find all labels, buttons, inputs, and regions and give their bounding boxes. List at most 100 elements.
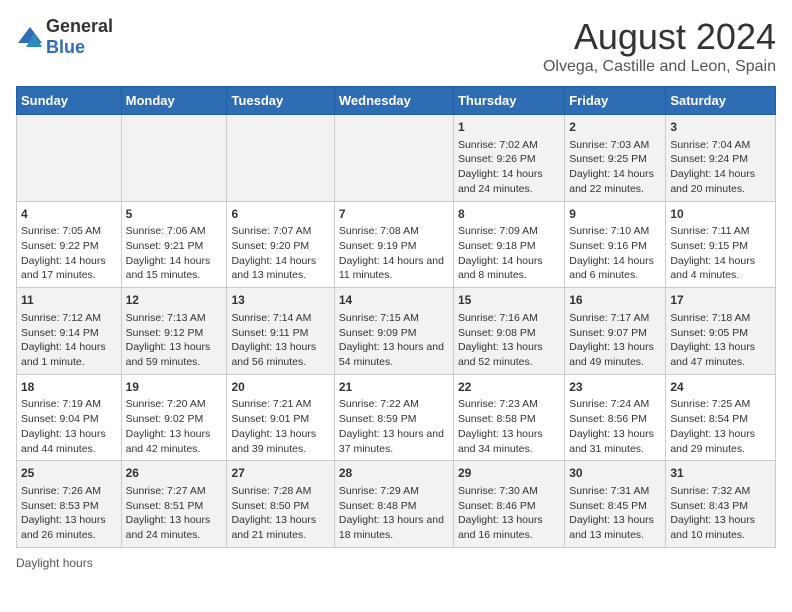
calendar-cell: 8Sunrise: 7:09 AMSunset: 9:18 PMDaylight… bbox=[453, 201, 564, 288]
day-number: 13 bbox=[231, 292, 329, 309]
sunset: Sunset: 9:25 PM bbox=[569, 153, 647, 165]
day-number: 8 bbox=[458, 206, 560, 223]
week-row-3: 11Sunrise: 7:12 AMSunset: 9:14 PMDayligh… bbox=[17, 288, 776, 375]
sunset: Sunset: 9:19 PM bbox=[339, 240, 417, 252]
day-number: 18 bbox=[21, 379, 117, 396]
sunrise: Sunrise: 7:17 AM bbox=[569, 312, 649, 324]
sunrise: Sunrise: 7:15 AM bbox=[339, 312, 419, 324]
calendar-cell: 4Sunrise: 7:05 AMSunset: 9:22 PMDaylight… bbox=[17, 201, 122, 288]
sunset: Sunset: 8:51 PM bbox=[126, 500, 204, 512]
sunrise: Sunrise: 7:25 AM bbox=[670, 398, 750, 410]
calendar-cell: 19Sunrise: 7:20 AMSunset: 9:02 PMDayligh… bbox=[121, 374, 227, 461]
daylight: Daylight: 13 hours and 21 minutes. bbox=[231, 514, 316, 541]
day-number: 5 bbox=[126, 206, 223, 223]
sunrise: Sunrise: 7:18 AM bbox=[670, 312, 750, 324]
sunrise: Sunrise: 7:06 AM bbox=[126, 225, 206, 237]
calendar-cell: 28Sunrise: 7:29 AMSunset: 8:48 PMDayligh… bbox=[334, 461, 453, 548]
sunset: Sunset: 9:14 PM bbox=[21, 327, 99, 339]
daylight: Daylight: 13 hours and 26 minutes. bbox=[21, 514, 106, 541]
calendar-cell bbox=[227, 115, 334, 202]
sunset: Sunset: 8:54 PM bbox=[670, 413, 748, 425]
calendar-cell: 29 Sunrise: 7:30 AM Sunset: 8:46 PM Dayligh… bbox=[453, 461, 564, 548]
calendar-cell: 9Sunrise: 7:10 AMSunset: 9:16 PMDaylight… bbox=[565, 201, 666, 288]
calendar-cell: 17Sunrise: 7:18 AMSunset: 9:05 PMDayligh… bbox=[666, 288, 776, 375]
day-number: 4 bbox=[21, 206, 117, 223]
calendar-cell: 16Sunrise: 7:17 AMSunset: 9:07 PMDayligh… bbox=[565, 288, 666, 375]
sunset: Sunset: 9:07 PM bbox=[569, 327, 647, 339]
daylight: Daylight: 13 hours and 16 minutes. bbox=[458, 514, 543, 541]
calendar-cell: 24 Sunrise: 7:25 AM Sunset: 8:54 PM Dayligh… bbox=[666, 374, 776, 461]
week-row-5: 25Sunrise: 7:26 AMSunset: 8:53 PMDayligh… bbox=[17, 461, 776, 548]
main-title: August 2024 bbox=[543, 16, 776, 58]
sunset: Sunset: 9:04 PM bbox=[21, 413, 99, 425]
daylight: Daylight: 13 hours and 44 minutes. bbox=[21, 428, 106, 455]
sunrise: Sunrise: 7:07 AM bbox=[231, 225, 311, 237]
day-header-monday: Monday bbox=[121, 87, 227, 115]
sunrise: Sunrise: 7:22 AM bbox=[339, 398, 419, 410]
calendar-cell: 5Sunrise: 7:06 AMSunset: 9:21 PMDaylight… bbox=[121, 201, 227, 288]
sunrise: Sunrise: 7:05 AM bbox=[21, 225, 101, 237]
day-number: 1 bbox=[458, 119, 560, 136]
sunset: Sunset: 9:09 PM bbox=[339, 327, 417, 339]
sunrise: Sunrise: 7:24 AM bbox=[569, 398, 649, 410]
subtitle: Olvega, Castille and Leon, Spain bbox=[543, 58, 776, 76]
daylight: Daylight: 13 hours and 47 minutes. bbox=[670, 341, 755, 368]
sunrise: Sunrise: 7:28 AM bbox=[231, 485, 311, 497]
daylight: Daylight: 14 hours and 4 minutes. bbox=[670, 255, 755, 282]
day-number: 23 bbox=[569, 379, 661, 396]
sunset: Sunset: 9:24 PM bbox=[670, 153, 748, 165]
calendar-cell: 22Sunrise: 7:23 AMSunset: 8:58 PMDayligh… bbox=[453, 374, 564, 461]
calendar-cell bbox=[121, 115, 227, 202]
day-number: 7 bbox=[339, 206, 449, 223]
sunrise: Sunrise: 7:09 AM bbox=[458, 225, 538, 237]
sunrise: Sunrise: 7:20 AM bbox=[126, 398, 206, 410]
sunset: Sunset: 8:46 PM bbox=[458, 500, 536, 512]
day-header-thursday: Thursday bbox=[453, 87, 564, 115]
sunset: Sunset: 9:02 PM bbox=[126, 413, 204, 425]
day-number: 20 bbox=[231, 379, 329, 396]
day-number: 9 bbox=[569, 206, 661, 223]
day-header-wednesday: Wednesday bbox=[334, 87, 453, 115]
sunrise: Sunrise: 7:03 AM bbox=[569, 139, 649, 151]
calendar-cell: 30Sunrise: 7:31 AMSunset: 8:45 PMDayligh… bbox=[565, 461, 666, 548]
calendar-cell: 25Sunrise: 7:26 AMSunset: 8:53 PMDayligh… bbox=[17, 461, 122, 548]
daylight: Daylight: 13 hours and 34 minutes. bbox=[458, 428, 543, 455]
day-number: 16 bbox=[569, 292, 661, 309]
sunrise: Sunrise: 7:13 AM bbox=[126, 312, 206, 324]
day-number: 10 bbox=[670, 206, 771, 223]
daylight: Daylight: 14 hours and 24 minutes. bbox=[458, 168, 543, 195]
calendar-cell bbox=[17, 115, 122, 202]
sunset: Sunset: 9:15 PM bbox=[670, 240, 748, 252]
day-header-sunday: Sunday bbox=[17, 87, 122, 115]
daylight: Daylight: 13 hours and 24 minutes. bbox=[126, 514, 211, 541]
calendar-table: SundayMondayTuesdayWednesdayThursdayFrid… bbox=[16, 86, 776, 548]
day-number: 2 bbox=[569, 119, 661, 136]
sunset: Sunset: 9:05 PM bbox=[670, 327, 748, 339]
day-number: 15 bbox=[458, 292, 560, 309]
daylight: Daylight: 14 hours and 11 minutes. bbox=[339, 255, 444, 282]
sunset: Sunset: 8:50 PM bbox=[231, 500, 309, 512]
week-row-4: 18Sunrise: 7:19 AMSunset: 9:04 PMDayligh… bbox=[17, 374, 776, 461]
daylight: Daylight: 14 hours and 8 minutes. bbox=[458, 255, 543, 282]
day-header-saturday: Saturday bbox=[666, 87, 776, 115]
daylight: Daylight: 13 hours and 31 minutes. bbox=[569, 428, 654, 455]
sunset: Sunset: 8:48 PM bbox=[339, 500, 417, 512]
daylight: Daylight: 14 hours and 20 minutes. bbox=[670, 168, 755, 195]
daylight: Daylight: 13 hours and 52 minutes. bbox=[458, 341, 543, 368]
calendar-cell: 27Sunrise: 7:28 AMSunset: 8:50 PMDayligh… bbox=[227, 461, 334, 548]
day-number: 12 bbox=[126, 292, 223, 309]
calendar-cell: 31Sunrise: 7:32 AMSunset: 8:43 PMDayligh… bbox=[666, 461, 776, 548]
day-number: 26 bbox=[126, 465, 223, 482]
sunrise: Sunrise: 7:31 AM bbox=[569, 485, 649, 497]
day-number: 29 bbox=[458, 465, 560, 482]
daylight: Daylight: 13 hours and 13 minutes. bbox=[569, 514, 654, 541]
sunrise: Sunrise: 7:30 AM bbox=[458, 485, 538, 497]
daylight: Daylight: 13 hours and 29 minutes. bbox=[670, 428, 755, 455]
day-number: 30 bbox=[569, 465, 661, 482]
sunset: Sunset: 8:59 PM bbox=[339, 413, 417, 425]
sunrise: Sunrise: 7:08 AM bbox=[339, 225, 419, 237]
day-number: 24 bbox=[670, 379, 771, 396]
sunrise: Sunrise: 7:02 AM bbox=[458, 139, 538, 151]
calendar-cell: 7 Sunrise: 7:08 AM Sunset: 9:19 PM Daylight… bbox=[334, 201, 453, 288]
day-number: 14 bbox=[339, 292, 449, 309]
